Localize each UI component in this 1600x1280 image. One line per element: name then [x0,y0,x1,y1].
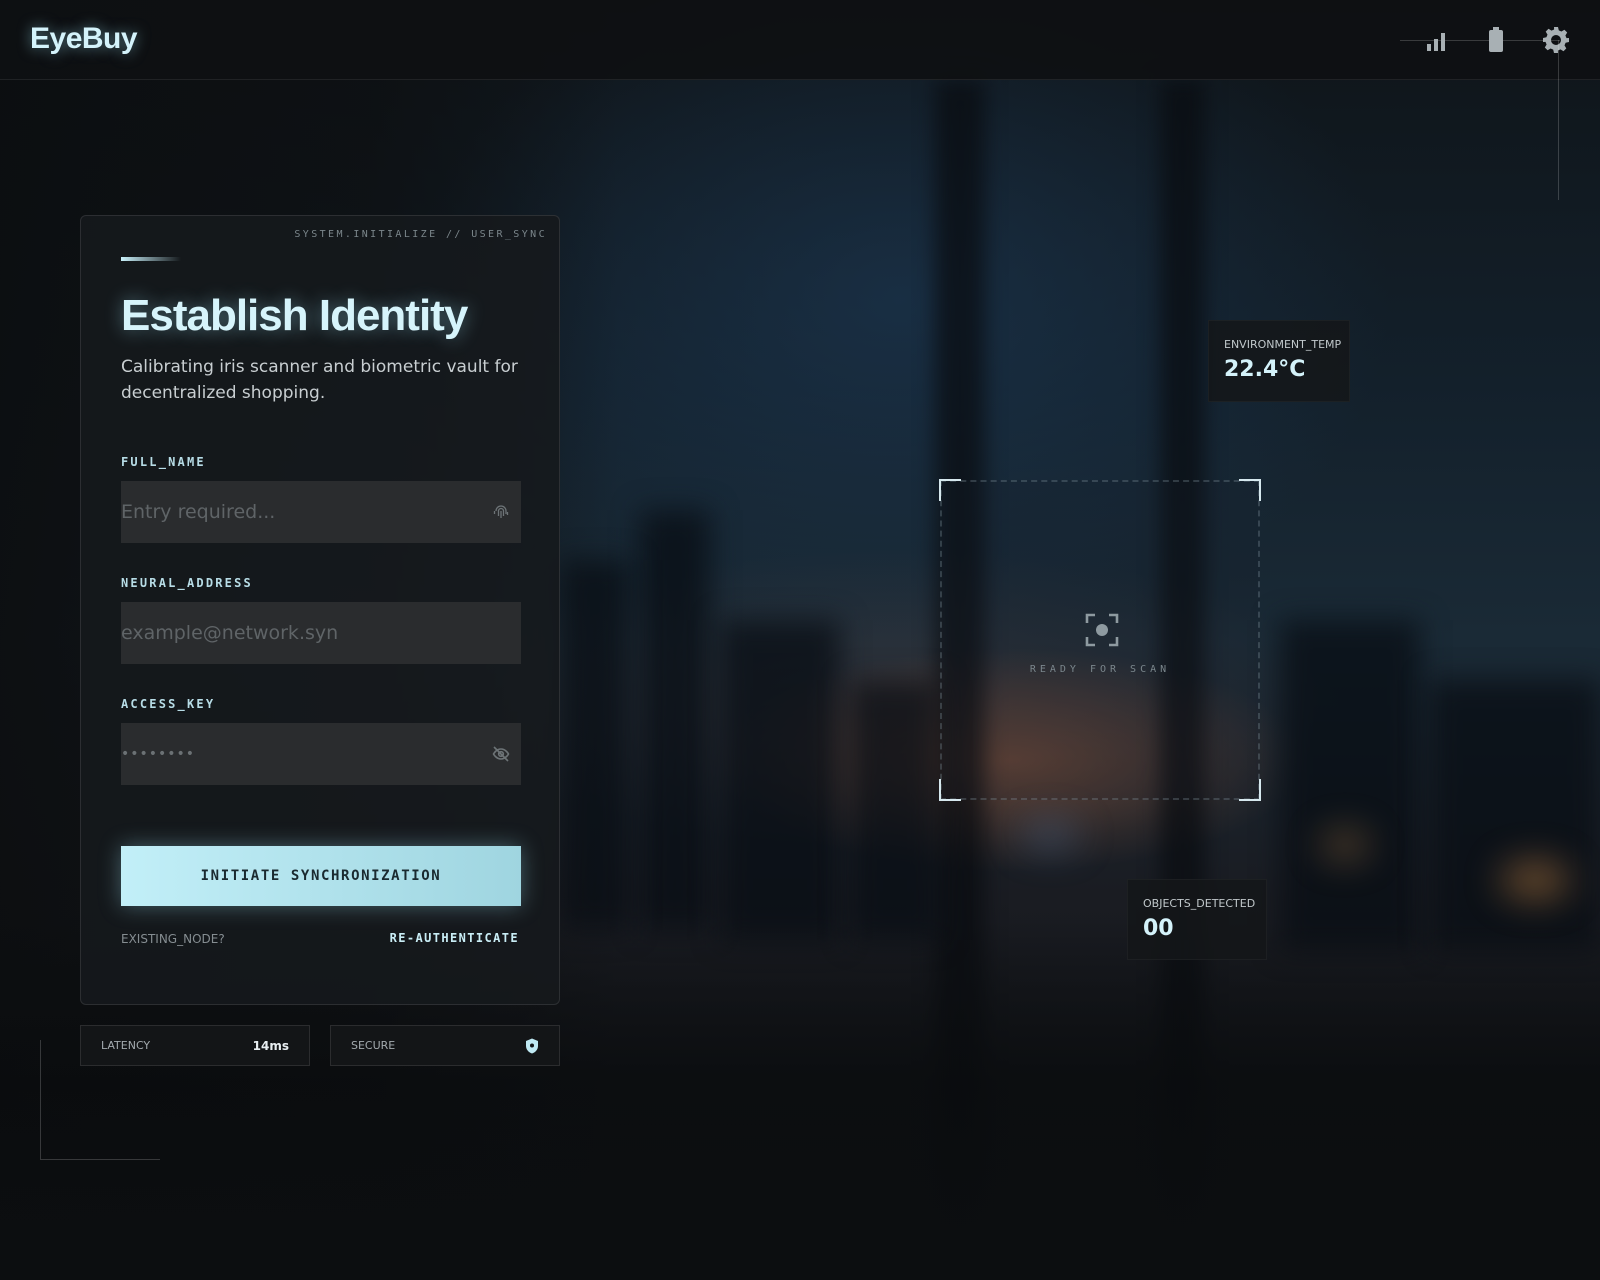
app-logo[interactable]: EyeBuy [30,22,138,56]
existing-node-label: EXISTING_NODE? [121,932,225,946]
neural-address-input[interactable] [121,602,521,664]
secure-label: SECURE [351,1039,396,1052]
environment-temp-value: 22.4°C [1224,357,1306,382]
latency-value: 14ms [252,1039,289,1053]
objects-detected-readout: OBJECTS_DETECTED 00 [1127,879,1267,960]
objects-detected-value: 00 [1143,916,1174,941]
shield-icon [525,1038,539,1054]
scanner-corner-bracket [1239,779,1261,801]
environment-temp-label: ENVIRONMENT_TEMP [1224,338,1342,351]
fingerprint-icon [492,503,510,521]
environment-temp-readout: ENVIRONMENT_TEMP 22.4°C [1208,320,1350,402]
top-header: EyeBuy [0,0,1600,80]
scanner-corner-bracket [1239,479,1261,501]
iris-scanner-frame[interactable]: READY FOR SCAN [939,479,1261,801]
neural-address-label: NEURAL_ADDRESS [121,576,253,590]
page-subtitle: Calibrating iris scanner and biometric v… [121,357,518,403]
access-key-label: ACCESS_KEY [121,697,216,711]
scanner-corner-bracket [939,779,961,801]
secure-tile: SECURE [330,1025,560,1066]
settings-gear-icon[interactable] [1542,26,1570,54]
identity-form-card: SYSTEM.INITIALIZE // USER_SYNC Establish… [80,215,560,1005]
objects-detected-label: OBJECTS_DETECTED [1143,897,1256,910]
system-tag: SYSTEM.INITIALIZE // USER_SYNC [294,229,547,240]
corner-frame-line [40,1040,160,1160]
full-name-label: FULL_NAME [121,455,206,469]
signal-icon [1424,26,1452,54]
page-title: Establish Identity [121,291,468,340]
scan-focus-icon [1085,613,1119,647]
re-authenticate-link[interactable]: RE-AUTHENTICATE [390,931,519,945]
scanner-status-text: READY FOR SCAN [1029,664,1171,675]
header-vertical-line [1558,40,1559,200]
accent-bar [121,257,181,261]
initiate-sync-button[interactable]: INITIATE SYNCHRONIZATION [121,846,521,906]
battery-icon [1482,26,1510,54]
eye-off-icon[interactable] [492,745,510,763]
scanner-corner-bracket [939,479,961,501]
full-name-input[interactable] [121,481,521,543]
access-key-input[interactable] [121,723,521,785]
